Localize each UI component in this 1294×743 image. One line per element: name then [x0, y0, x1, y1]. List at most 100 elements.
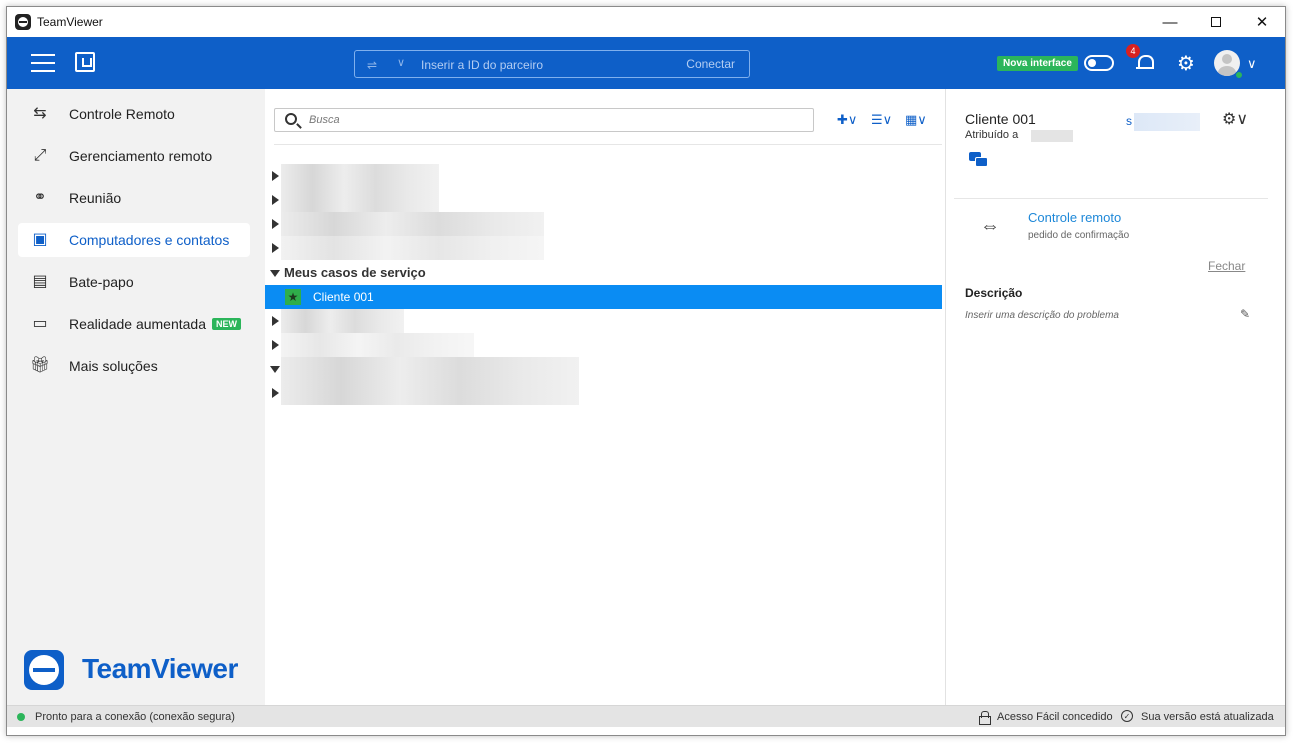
maximize-icon — [1211, 17, 1221, 27]
account-chevron-down-icon[interactable]: ∨ — [1247, 56, 1257, 72]
new-badge: NEW — [212, 318, 241, 330]
description-label: Descrição — [965, 286, 1023, 300]
description-input[interactable]: Inserir uma descrição do problema — [965, 310, 1119, 321]
divider — [954, 198, 1268, 199]
minimize-button[interactable]: — — [1147, 7, 1193, 37]
redacted-group — [281, 357, 579, 381]
sidebar-item-label: Computadores e contatos — [69, 232, 230, 248]
sidebar-item-meeting[interactable]: ⚭ Reunião — [18, 181, 250, 215]
list-view-icon[interactable]: ☰∨ — [871, 111, 899, 129]
assigned-label: Atribuído a — [965, 129, 1019, 141]
remote-control-link[interactable]: Controle remoto — [1028, 210, 1121, 225]
redacted-group — [281, 188, 439, 212]
check-circle-icon: ✓ — [1121, 710, 1133, 722]
sidebar-item-label: Bate-papo — [69, 274, 134, 290]
sidebar-item-label: Gerenciamento remoto — [69, 148, 213, 164]
connection-mode-icon[interactable]: ⇌ — [367, 58, 387, 72]
tree-group-row[interactable] — [265, 236, 942, 260]
partner-id-box: ⇌ ∨ Conectar — [354, 50, 750, 78]
sidebar-item-augmented-reality[interactable]: ▭ Realidade aumentada NEW — [18, 307, 250, 341]
tree-group-row[interactable] — [265, 381, 942, 405]
sidebar-item-more-solutions[interactable]: 🎁︎ Mais soluções — [18, 349, 250, 383]
window-title: TeamViewer — [37, 15, 103, 29]
redacted-session-code — [1134, 113, 1200, 131]
close-case-link[interactable]: Fechar — [1208, 259, 1245, 273]
search-input[interactable] — [309, 112, 789, 128]
sidebar-item-label: Reunião — [69, 190, 122, 206]
tree-group-row[interactable] — [265, 309, 942, 333]
redacted-group — [281, 309, 404, 333]
redacted-group — [281, 212, 544, 236]
sidebar-item-remote-management[interactable]: ⤢ Gerenciamento remoto — [18, 139, 250, 173]
gear-icon[interactable]: ⚙ — [1177, 54, 1197, 74]
connect-button[interactable]: Conectar — [686, 57, 735, 71]
contacts-icon: ▣ — [32, 231, 48, 248]
details-panel: Cliente 001 Atribuído a s ⚙∨ ⇔ Controle … — [945, 89, 1285, 705]
top-header: ⇌ ∨ Conectar Nova interface 4 ⚙ ∨ — [7, 37, 1285, 89]
list-item-selected[interactable]: ★ Cliente 001 — [265, 285, 942, 309]
chat-icon[interactable] — [969, 152, 988, 167]
group-label: Meus casos de serviço — [284, 265, 426, 280]
redacted-group — [281, 381, 579, 405]
client-name: Cliente 001 — [965, 111, 1036, 127]
brand-name: TeamViewer — [82, 653, 238, 684]
easy-access-status[interactable]: Acesso Fácil concedido — [997, 711, 1113, 723]
menu-icon[interactable] — [31, 54, 55, 72]
gift-icon: 🎁︎ — [30, 357, 51, 374]
new-interface-toggle[interactable] — [1084, 55, 1114, 71]
title-bar: TeamViewer — ✕ — [7, 7, 1285, 37]
tree-group-row[interactable] — [265, 333, 942, 357]
feedback-icon[interactable] — [75, 52, 95, 72]
ar-icon: ▭ — [32, 315, 48, 332]
sidebar-item-label: Controle Remoto — [69, 106, 175, 122]
meeting-icon: ⚭ — [33, 189, 47, 206]
tree-group-row[interactable] — [265, 212, 942, 236]
collapse-arrow-icon[interactable] — [270, 366, 280, 373]
remote-control-arrows-icon[interactable]: ⇔ — [980, 215, 1000, 238]
sidebar-item-label: Mais soluções — [69, 358, 158, 374]
expand-arrow-icon[interactable] — [272, 316, 279, 326]
service-cases-group[interactable]: Meus casos de serviço — [265, 261, 942, 285]
status-bar: Pronto para a conexão (conexão segura) A… — [7, 705, 1285, 727]
remote-control-subtitle: pedido de confirmação — [1028, 230, 1130, 241]
expand-arrow-icon[interactable] — [272, 340, 279, 350]
settings-dropdown-gear-icon[interactable]: ⚙∨ — [1222, 109, 1248, 129]
sidebar-item-contacts[interactable]: ▣ Computadores e contatos — [18, 223, 250, 257]
redacted-assignee — [1031, 130, 1073, 142]
expand-arrow-icon[interactable] — [272, 388, 279, 398]
remote-management-icon: ⤢ — [33, 147, 47, 164]
new-interface-badge: Nova interface — [997, 56, 1078, 71]
connection-status-text: Pronto para a conexão (conexão segura) — [35, 711, 235, 723]
session-link[interactable]: s — [1126, 114, 1132, 128]
sidebar-item-chat[interactable]: ▤ Bate-papo — [18, 265, 250, 299]
expand-arrow-icon[interactable] — [272, 219, 279, 229]
sidebar-item-remote-control[interactable]: ⇆ Controle Remoto — [18, 97, 250, 131]
redacted-group — [281, 333, 474, 357]
collapse-arrow-icon[interactable] — [270, 270, 280, 277]
lock-icon — [979, 711, 991, 725]
teamviewer-brand-icon — [24, 650, 64, 690]
maximize-button[interactable] — [1193, 7, 1239, 37]
add-contact-icon[interactable]: ✚∨ — [837, 111, 865, 129]
tree-group-row[interactable] — [265, 357, 942, 381]
chevron-down-icon[interactable]: ∨ — [397, 56, 405, 69]
partner-id-input[interactable] — [421, 55, 661, 75]
redacted-group — [281, 236, 544, 260]
connection-status-dot — [17, 713, 25, 721]
version-status[interactable]: Sua versão está atualizada — [1141, 711, 1274, 723]
search-box — [274, 108, 814, 132]
sidebar-item-label: Realidade aumentada — [69, 316, 206, 332]
expand-arrow-icon[interactable] — [272, 171, 279, 181]
expand-arrow-icon[interactable] — [272, 243, 279, 253]
online-status-dot — [1235, 71, 1243, 79]
remote-control-icon: ⇆ — [33, 105, 47, 122]
close-button[interactable]: ✕ — [1239, 7, 1285, 37]
tree-group-row[interactable] — [265, 188, 942, 212]
edit-pencil-icon[interactable]: ✎ — [1240, 307, 1250, 321]
bell-icon[interactable] — [1136, 54, 1154, 72]
tree-group-row[interactable] — [265, 164, 942, 188]
group-tree-icon[interactable]: ▦∨ — [905, 111, 933, 129]
expand-arrow-icon[interactable] — [272, 195, 279, 205]
teamviewer-logo-icon — [15, 14, 31, 30]
list-item-label: Cliente 001 — [313, 290, 374, 304]
